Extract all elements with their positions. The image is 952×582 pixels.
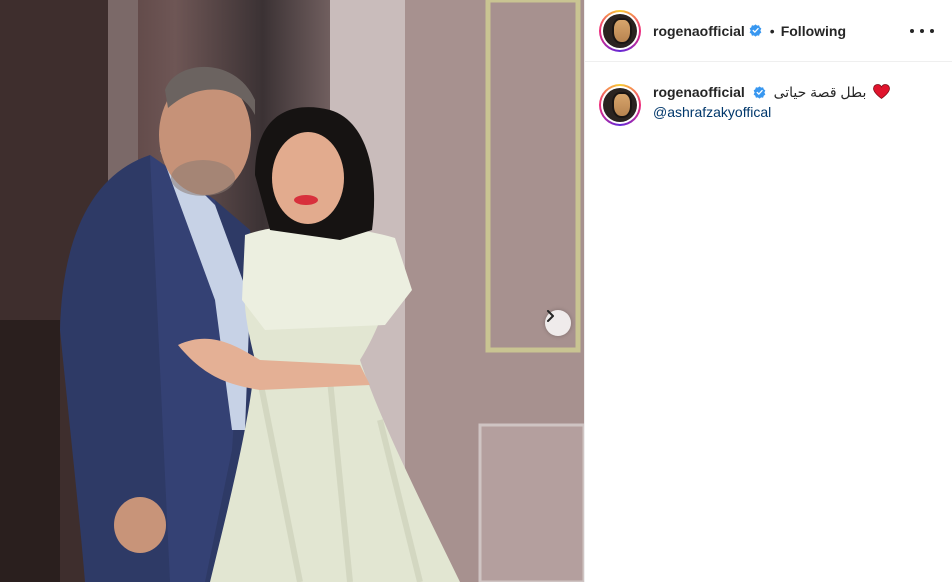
chevron-right-icon [547, 310, 554, 322]
caption-avatar[interactable] [599, 84, 641, 126]
photo-illustration [0, 0, 584, 582]
post-image [0, 0, 584, 582]
caption-username[interactable]: rogenaofficial [653, 84, 745, 100]
header-username[interactable]: rogenaofficial [653, 23, 745, 39]
mention-link[interactable]: @ashrafzakyoffical [653, 102, 890, 122]
post-side-panel: rogenaofficial • Following rogenaofficia… [584, 0, 952, 582]
post-header: rogenaofficial • Following [585, 0, 952, 62]
verified-badge-icon [749, 24, 762, 37]
caption-text: بطل قصة حياتى [773, 84, 867, 100]
next-photo-button[interactable] [545, 310, 571, 336]
verified-badge-icon [753, 86, 766, 99]
red-heart-icon [873, 84, 891, 99]
following-button[interactable]: Following [781, 23, 846, 39]
separator-dot: • [769, 22, 775, 39]
more-options-icon[interactable] [910, 22, 934, 40]
avatar[interactable] [599, 9, 641, 52]
caption-comment: rogenaofficial بطل قصة حياتى @ashrafzaky… [585, 62, 952, 126]
